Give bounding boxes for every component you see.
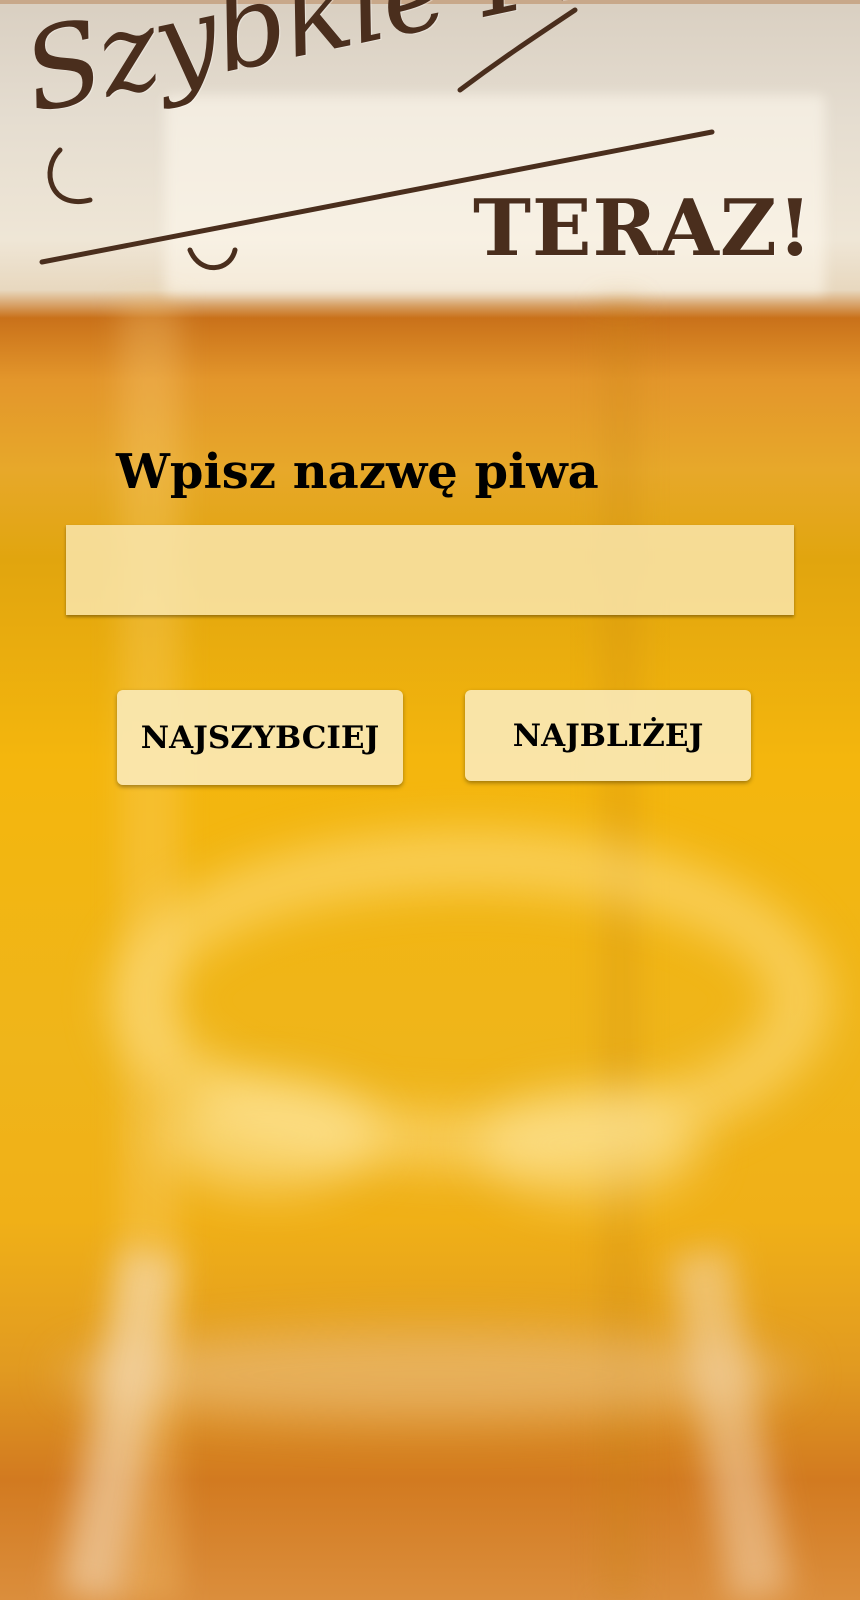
blur-highlight-right bbox=[480, 1090, 700, 1200]
nearest-button[interactable]: NAJBLIŻEJ bbox=[465, 690, 751, 781]
table-leg-right bbox=[670, 1247, 790, 1600]
blur-highlight-left bbox=[160, 1080, 380, 1190]
fastest-button[interactable]: NAJSZYBCIEJ bbox=[117, 690, 403, 785]
app-logo: Szybkie Piwo TERAZ! bbox=[13, 0, 812, 290]
logo-teraz: TERAZ! bbox=[473, 183, 814, 274]
search-label: Wpisz nazwę piwa bbox=[116, 444, 599, 500]
beer-name-input[interactable] bbox=[66, 525, 794, 615]
